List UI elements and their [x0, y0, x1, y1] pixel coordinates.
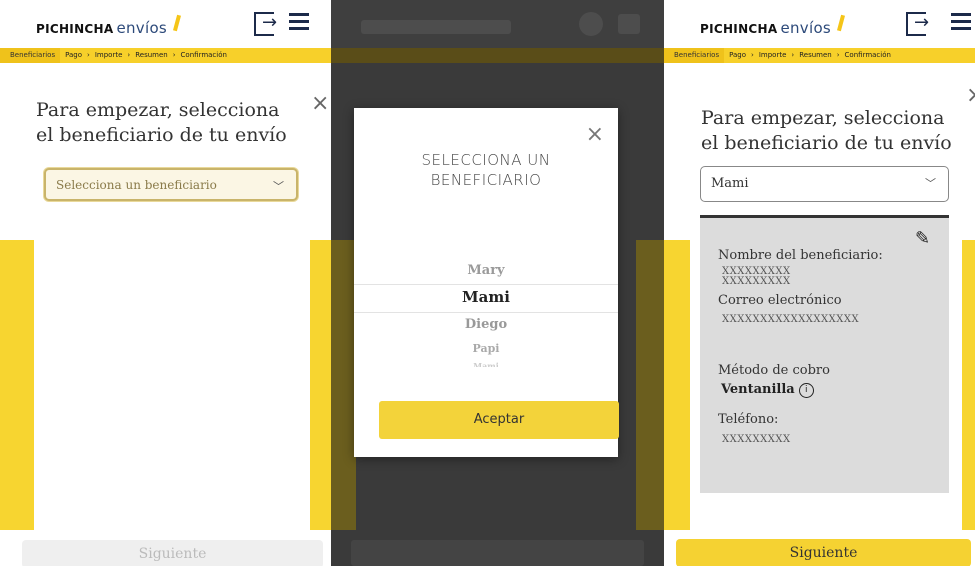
page-title: Para empezar, selecciona el beneficiario… [701, 107, 952, 154]
brand-name: PICHINCHA [36, 22, 114, 36]
crumb-pago[interactable]: Pago [60, 48, 87, 63]
menu-icon[interactable] [951, 13, 971, 31]
screen-beneficiary-picker: × SELECCIONA UN BENEFICIARIO Mary Mami D… [331, 0, 664, 566]
screen-select-beneficiary-empty: PICHINCHA envíos → Beneficiarios Pago › Impo… [0, 0, 331, 566]
select-placeholder: Selecciona un beneficiario [56, 178, 217, 192]
picker-option[interactable]: Mami [354, 361, 618, 367]
name-label: Nombre del beneficiario: [718, 248, 883, 263]
close-icon[interactable]: × [586, 124, 604, 146]
brand-mark-icon [837, 14, 846, 32]
brand-logo[interactable]: PICHINCHA envíos [36, 14, 182, 37]
beneficiary-picker-modal: × SELECCIONA UN BENEFICIARIO Mary Mami D… [354, 108, 619, 457]
crumb-confirmacion[interactable]: Confirmación [176, 48, 232, 63]
info-icon[interactable]: i [798, 383, 814, 398]
next-button[interactable]: Siguiente [676, 539, 971, 566]
decor-band-left [0, 240, 34, 530]
select-value: Mami [711, 176, 749, 191]
crumb-resumen[interactable]: Resumen [130, 48, 173, 63]
chevron-down-icon: ﹀ [925, 177, 936, 190]
beneficiary-select[interactable]: Mami ﹀ [700, 166, 949, 202]
beneficiary-select[interactable]: Selecciona un beneficiario ﹀ [44, 168, 298, 201]
breadcrumb: Beneficiarios Pago › Importe › Resumen › Confir… [664, 48, 975, 63]
close-icon[interactable]: × [311, 93, 329, 115]
brand-logo[interactable]: PICHINCHA envíos [700, 14, 846, 37]
page-title: Para empezar, selecciona el beneficiario… [36, 99, 287, 146]
logout-icon[interactable]: → [254, 12, 277, 36]
payout-method-label: Método de cobro [718, 363, 830, 378]
crumb-pago[interactable]: Pago [724, 48, 751, 63]
app-header: PICHINCHA envíos → [664, 0, 975, 48]
breadcrumb: Beneficiarios Pago › Importe › Resumen › Confir… [0, 48, 331, 63]
close-icon[interactable]: × [966, 85, 975, 107]
screen-beneficiary-selected: PICHINCHA envíos → Beneficiarios Pago › Impo… [664, 0, 975, 566]
brand-name: PICHINCHA [700, 22, 778, 36]
next-button[interactable]: Siguiente [22, 540, 323, 566]
logout-icon[interactable]: → [906, 12, 929, 36]
email-value: XXXXXXXXXXXXXXXXXX [722, 314, 860, 325]
brand-sub: envíos [116, 19, 168, 37]
crumb-beneficiarios[interactable]: Beneficiarios [0, 48, 61, 63]
phone-label: Teléfono: [718, 412, 779, 427]
picker-option[interactable]: Papi [354, 342, 618, 355]
picker-option[interactable]: Diego [354, 317, 618, 332]
edit-icon[interactable]: ✎ [915, 228, 935, 249]
payout-method-value: Ventanilla i [721, 382, 814, 398]
dimmed-header [331, 0, 664, 48]
beneficiary-details-card: ✎ Nombre del beneficiario: XXXXXXXXX XXX… [700, 215, 949, 493]
dimmed-breadcrumb [331, 48, 664, 63]
picker-option[interactable]: Mary [354, 263, 618, 278]
app-header: PICHINCHA envíos → [0, 0, 331, 48]
brand-sub: envíos [780, 19, 832, 37]
chevron-down-icon: ﹀ [273, 180, 284, 193]
phone-value: XXXXXXXXX [722, 434, 791, 445]
modal-title: SELECCIONA UN BENEFICIARIO [421, 151, 551, 189]
name-value-2: XXXXXXXXX [722, 276, 791, 287]
decor-band-left [664, 240, 690, 530]
crumb-confirmacion[interactable]: Confirmación [840, 48, 896, 63]
picker-option-selected[interactable]: Mami [354, 288, 618, 306]
decor-band-right [310, 240, 331, 530]
menu-icon[interactable] [289, 13, 309, 31]
crumb-importe[interactable]: Importe [754, 48, 792, 63]
payout-method-text: Ventanilla [721, 382, 795, 397]
crumb-beneficiarios[interactable]: Beneficiarios [664, 48, 725, 63]
email-label: Correo electrónico [718, 293, 842, 308]
crumb-importe[interactable]: Importe [90, 48, 128, 63]
accept-button[interactable]: Aceptar [379, 401, 619, 439]
decor-band-right [962, 240, 975, 530]
crumb-resumen[interactable]: Resumen [794, 48, 837, 63]
brand-mark-icon [173, 14, 182, 32]
